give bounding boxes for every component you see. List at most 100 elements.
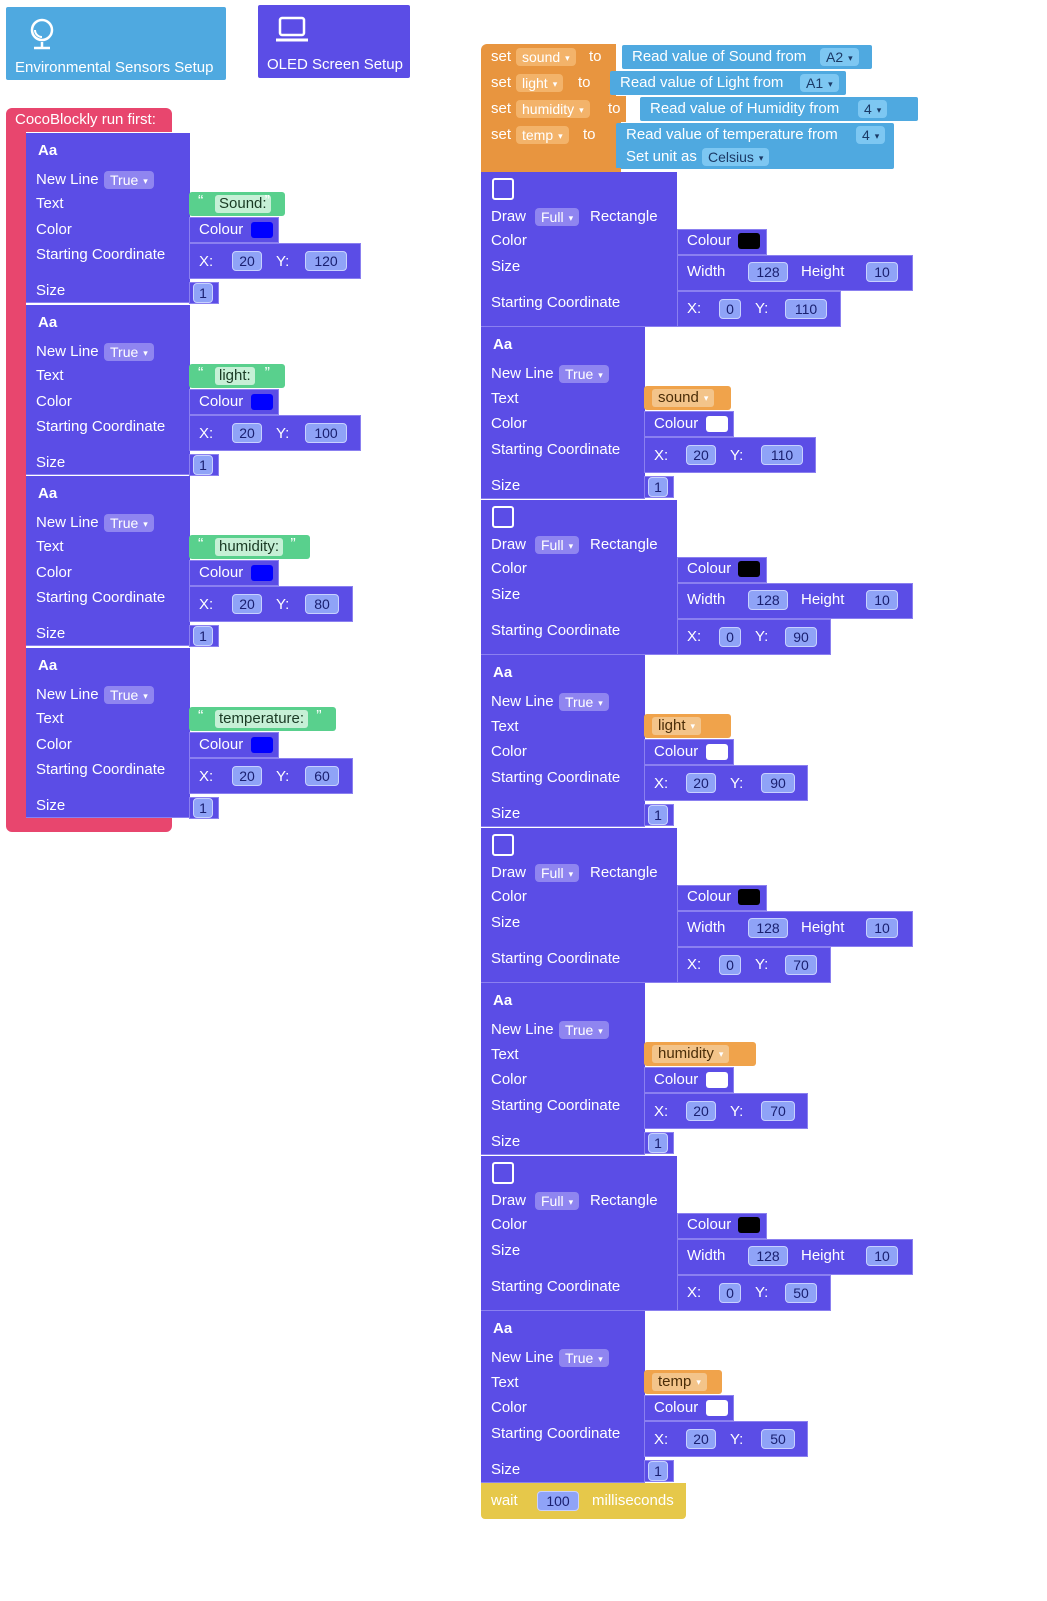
colour-swatch[interactable] bbox=[738, 1217, 760, 1233]
string-block[interactable]: “ Sound:” bbox=[189, 192, 285, 216]
fill-mode-dropdown[interactable]: Full ▾ bbox=[535, 1192, 580, 1210]
set-unit-label: Set unit as bbox=[626, 148, 697, 165]
y-input[interactable]: 110 bbox=[761, 445, 803, 465]
string-value[interactable]: temperature: bbox=[215, 709, 309, 728]
fill-mode-dropdown[interactable]: Full ▾ bbox=[535, 536, 580, 554]
width-input[interactable]: 128 bbox=[748, 590, 788, 610]
new-line-dropdown[interactable]: True ▾ bbox=[559, 365, 609, 383]
height-input[interactable]: 10 bbox=[866, 262, 898, 282]
x-input[interactable]: 20 bbox=[686, 1429, 716, 1449]
x-input[interactable]: 20 bbox=[232, 422, 262, 443]
y-input[interactable]: 110 bbox=[785, 299, 827, 319]
y-input[interactable]: 70 bbox=[761, 1101, 795, 1121]
string-block[interactable]: “ temperature: ” bbox=[189, 706, 337, 731]
variable-dropdown[interactable]: sound ▾ bbox=[652, 389, 715, 407]
y-input[interactable]: 50 bbox=[785, 1283, 817, 1303]
new-line-dropdown[interactable]: True ▾ bbox=[104, 342, 154, 361]
colour-swatch[interactable] bbox=[251, 565, 273, 581]
wait-ms-input[interactable]: 100 bbox=[537, 1491, 579, 1511]
new-line-dropdown[interactable]: True ▾ bbox=[104, 685, 154, 704]
variable-dropdown[interactable]: light ▾ bbox=[652, 717, 702, 735]
y-input[interactable]: 100 bbox=[305, 422, 347, 443]
width-input[interactable]: 128 bbox=[748, 1246, 788, 1266]
string-value[interactable]: Sound: bbox=[215, 195, 271, 213]
variable-dropdown[interactable]: temp ▾ bbox=[652, 1373, 707, 1391]
variable-dropdown[interactable]: temp ▾ bbox=[516, 126, 569, 144]
colour-swatch[interactable] bbox=[706, 1400, 728, 1416]
colour-swatch[interactable] bbox=[738, 233, 760, 249]
variable-block[interactable]: light ▾ bbox=[644, 714, 731, 738]
x-input[interactable]: 0 bbox=[719, 1283, 741, 1303]
x-input[interactable]: 20 bbox=[686, 773, 716, 793]
variable-dropdown[interactable]: light ▾ bbox=[516, 74, 564, 92]
pin-dropdown[interactable]: 4 ▾ bbox=[858, 100, 888, 118]
string-value[interactable]: light: bbox=[215, 366, 255, 385]
variable-dropdown[interactable]: sound ▾ bbox=[516, 48, 576, 66]
new-line-dropdown[interactable]: True ▾ bbox=[104, 171, 154, 189]
variable-block[interactable]: humidity ▾ bbox=[644, 1042, 756, 1066]
env-sensors-category[interactable]: Environmental Sensors Setup bbox=[6, 7, 226, 80]
variable-dropdown-value: humidity bbox=[522, 101, 575, 117]
new-line-label: New Line bbox=[491, 693, 554, 710]
fill-mode-dropdown[interactable]: Full ▾ bbox=[535, 864, 580, 882]
x-input[interactable]: 20 bbox=[686, 1101, 716, 1121]
colour-swatch[interactable] bbox=[738, 561, 760, 577]
x-input[interactable]: 0 bbox=[719, 627, 741, 647]
new-line-dropdown[interactable]: True ▾ bbox=[559, 693, 609, 711]
colour-swatch[interactable] bbox=[738, 889, 760, 905]
colour-swatch[interactable] bbox=[706, 416, 728, 432]
string-value[interactable]: humidity: bbox=[215, 538, 284, 556]
pin-dropdown[interactable]: A2 ▾ bbox=[820, 48, 859, 66]
colour-swatch[interactable] bbox=[706, 1072, 728, 1088]
y-input[interactable]: 70 bbox=[785, 955, 817, 975]
y-input[interactable]: 60 bbox=[305, 765, 339, 786]
aa-icon: Aa bbox=[493, 1320, 513, 1337]
fill-mode-dropdown[interactable]: Full ▾ bbox=[535, 208, 580, 226]
size-input[interactable]: 1 bbox=[193, 797, 213, 818]
width-input[interactable]: 128 bbox=[748, 918, 788, 938]
pin-dropdown[interactable]: 4 ▾ bbox=[856, 126, 886, 144]
size-input[interactable]: 1 bbox=[193, 626, 213, 646]
x-input[interactable]: 0 bbox=[719, 299, 741, 319]
y-input[interactable]: 90 bbox=[785, 627, 817, 647]
height-input[interactable]: 10 bbox=[866, 1246, 898, 1266]
new-line-dropdown[interactable]: True ▾ bbox=[104, 514, 154, 532]
string-block[interactable]: “ humidity: ” bbox=[189, 535, 311, 559]
new-line-dropdown[interactable]: True ▾ bbox=[559, 1349, 609, 1367]
x-label: X: bbox=[654, 1431, 669, 1448]
y-input[interactable]: 50 bbox=[761, 1429, 795, 1449]
variable-dropdown[interactable]: humidity ▾ bbox=[516, 100, 590, 118]
string-block[interactable]: “ light: ” bbox=[189, 363, 285, 388]
color-label: Color bbox=[491, 560, 527, 577]
variable-block[interactable]: temp ▾ bbox=[644, 1370, 722, 1394]
x-input[interactable]: 20 bbox=[232, 765, 262, 786]
colour-swatch[interactable] bbox=[251, 736, 273, 753]
x-input[interactable]: 20 bbox=[232, 251, 262, 271]
colour-swatch[interactable] bbox=[251, 393, 273, 410]
size-input[interactable]: 1 bbox=[648, 1461, 668, 1481]
y-input[interactable]: 90 bbox=[761, 773, 795, 793]
variable-block[interactable]: sound ▾ bbox=[644, 386, 731, 410]
height-input[interactable]: 10 bbox=[866, 590, 898, 610]
new-line-dropdown[interactable]: True ▾ bbox=[559, 1021, 609, 1039]
colour-swatch[interactable] bbox=[706, 744, 728, 760]
variable-dropdown[interactable]: humidity ▾ bbox=[652, 1045, 730, 1063]
text-label: Text bbox=[491, 718, 519, 735]
oled-screen-category[interactable]: OLED Screen Setup bbox=[258, 5, 410, 78]
size-input[interactable]: 1 bbox=[648, 1133, 668, 1153]
x-label: X: bbox=[199, 767, 214, 785]
size-input[interactable]: 1 bbox=[648, 477, 668, 497]
size-input[interactable]: 1 bbox=[193, 283, 213, 303]
x-input[interactable]: 0 bbox=[719, 955, 741, 975]
y-input[interactable]: 80 bbox=[305, 594, 339, 614]
pin-dropdown[interactable]: A1 ▾ bbox=[800, 74, 839, 92]
width-input[interactable]: 128 bbox=[748, 262, 788, 282]
x-input[interactable]: 20 bbox=[686, 445, 716, 465]
size-input[interactable]: 1 bbox=[193, 454, 213, 475]
x-input[interactable]: 20 bbox=[232, 594, 262, 614]
size-input[interactable]: 1 bbox=[648, 805, 668, 825]
colour-swatch[interactable] bbox=[251, 222, 273, 238]
height-input[interactable]: 10 bbox=[866, 918, 898, 938]
unit-dropdown[interactable]: Celsius ▾ bbox=[702, 148, 770, 166]
y-input[interactable]: 120 bbox=[305, 251, 347, 271]
